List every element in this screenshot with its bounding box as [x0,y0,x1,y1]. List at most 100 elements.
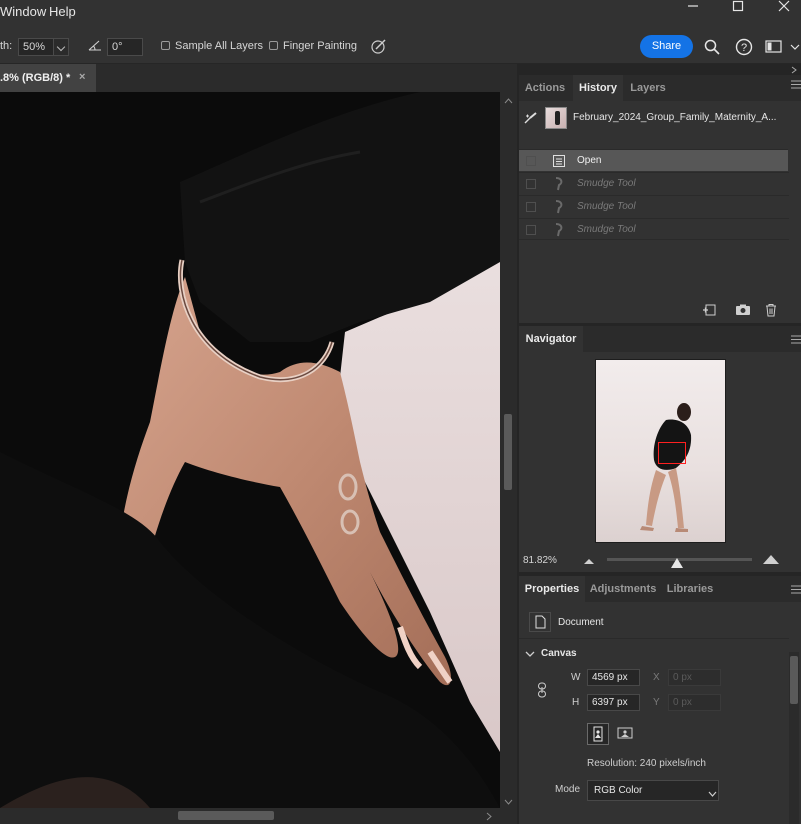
height-input[interactable]: 6397 px [587,694,640,711]
tab-libraries[interactable]: Libraries [661,576,719,602]
close-tab-icon[interactable]: × [79,71,85,83]
document-icon [552,154,566,171]
scrollbar-corner [500,808,517,824]
history-panel-tabs: Actions History Layers [519,75,801,101]
navigator-panel-menu-icon[interactable] [791,335,801,347]
vertical-scroll-thumb[interactable] [504,414,512,490]
trash-icon[interactable] [764,303,778,320]
history-source[interactable]: February_2024_Group_Family_Maternity_A..… [519,102,801,134]
history-brush-icon[interactable] [524,112,538,127]
mode-chevron-down-icon[interactable] [708,788,717,800]
tab-adjustments[interactable]: Adjustments [587,576,659,602]
properties-panel: Properties Adjustments Libraries Documen… [519,576,801,824]
document-tab-bar: .8% (RGB/8) * × [0,64,517,92]
history-source-name: February_2024_Group_Family_Maternity_A..… [573,112,777,123]
smudge-icon [553,177,565,194]
navigator-panel: Navigator 81.82% [519,326,801,572]
tab-actions[interactable]: Actions [519,75,571,101]
angle-icon [88,38,102,55]
width-input[interactable]: 4569 px [587,669,640,686]
width-label: W [571,672,581,683]
photo-canvas-image [0,92,500,808]
history-state-row[interactable]: Smudge Tool [519,218,789,240]
properties-panel-tabs: Properties Adjustments Libraries [519,576,801,602]
zoom-in-icon[interactable] [762,554,780,568]
x-input[interactable]: 0 px [668,669,721,686]
navigator-view-frame[interactable] [658,442,686,464]
document-label: Document [558,617,604,628]
portrait-orientation-button[interactable] [587,723,609,745]
pressure-icon[interactable] [370,37,388,58]
menu-bar: Window Help [0,0,801,24]
history-state-row[interactable]: Smudge Tool [519,172,789,194]
zoom-out-icon[interactable] [583,556,595,568]
height-label: H [572,697,580,708]
mode-select[interactable]: RGB Color [587,780,719,801]
navigator-zoom-value[interactable]: 81.82% [523,555,557,566]
new-document-from-state-icon[interactable] [702,303,718,320]
strength-label: th: [0,40,13,52]
help-icon[interactable]: ? [735,38,753,59]
y-label: Y [653,697,660,708]
camera-icon[interactable] [735,303,751,320]
properties-scrollbar[interactable] [789,652,799,824]
canvas-collapse-icon[interactable] [525,649,535,661]
history-state-row[interactable]: Smudge Tool [519,195,789,217]
document-type-icon [529,612,551,635]
minimize-icon[interactable] [678,0,708,16]
history-state-checkbox[interactable] [526,156,536,166]
tab-properties[interactable]: Properties [519,576,585,602]
history-panel-menu-icon[interactable] [791,80,801,92]
close-window-icon[interactable] [769,0,799,16]
properties-panel-menu-icon[interactable] [791,585,801,597]
navigator-panel-tabs: Navigator [519,326,801,352]
history-state-label: Smudge Tool [577,178,636,189]
canvas-vertical-scrollbar[interactable] [500,92,517,808]
smudge-icon [553,200,565,217]
scroll-up-icon[interactable] [504,95,513,107]
y-input[interactable]: 0 px [668,694,721,711]
angle-input[interactable]: 0° [107,38,143,56]
share-button[interactable]: Share [640,35,693,58]
history-state-checkbox[interactable] [526,225,536,235]
document-tab[interactable]: .8% (RGB/8) * × [0,64,96,92]
finger-painting-label: Finger Painting [283,40,357,52]
resolution-text: Resolution: 240 pixels/inch [587,758,706,769]
workspace-icon[interactable] [765,39,783,58]
link-dimensions-icon[interactable] [537,682,547,701]
strength-input[interactable]: 50% [18,38,54,56]
smudge-icon [553,223,565,240]
history-state-checkbox[interactable] [526,179,536,189]
tab-navigator[interactable]: Navigator [519,326,583,352]
tab-layers[interactable]: Layers [625,75,671,101]
canvas[interactable] [0,92,500,808]
search-icon[interactable] [704,39,720,58]
history-state-label: Smudge Tool [577,224,636,235]
menu-help[interactable]: Help [49,4,76,19]
history-state-row[interactable]: Open [519,149,788,171]
history-state-checkbox[interactable] [526,202,536,212]
options-bar: th: 50% 0° Sample All Layers Finger Pain… [0,24,801,64]
strength-dropdown[interactable] [53,38,69,56]
scroll-right-icon[interactable] [486,812,492,824]
menu-window[interactable]: Window [0,4,46,19]
navigator-zoom-slider-knob[interactable] [670,558,683,571]
sample-all-layers-checkbox[interactable] [161,41,170,50]
sample-all-layers-label: Sample All Layers [175,40,264,52]
scroll-down-icon[interactable] [504,796,513,808]
maximize-icon[interactable] [723,0,753,16]
history-state-label: Open [577,155,602,166]
finger-painting-checkbox[interactable] [269,41,278,50]
canvas-horizontal-scrollbar[interactable] [0,808,500,824]
history-state-label: Smudge Tool [577,201,636,212]
x-label: X [653,672,660,683]
chevron-down-icon[interactable] [790,43,800,55]
properties-scroll-thumb[interactable] [790,656,798,704]
landscape-orientation-button[interactable] [615,723,637,745]
navigator-thumbnail[interactable] [595,359,726,543]
horizontal-scroll-thumb[interactable] [178,811,274,820]
collapse-panels-icon[interactable] [790,65,800,75]
properties-divider [519,638,789,639]
history-snapshot-thumbnail [545,107,567,129]
tab-history[interactable]: History [573,75,623,101]
